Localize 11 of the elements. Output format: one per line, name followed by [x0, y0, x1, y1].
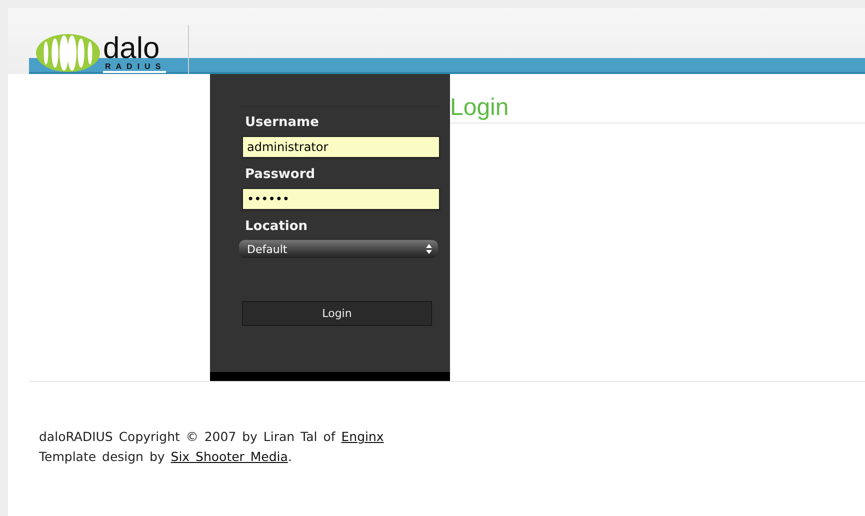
footer-link[interactable]: Enginx	[341, 429, 384, 444]
username-field[interactable]: administrator	[242, 136, 440, 158]
location-select[interactable]: Default	[239, 240, 438, 258]
footer-text: Template design by Six Shooter Media.	[39, 449, 293, 464]
password-field[interactable]: ••••••	[242, 188, 440, 210]
login-button[interactable]: Login	[242, 301, 432, 326]
footer-link[interactable]: Six Shooter Media	[170, 449, 288, 464]
footer-text: daloRADIUS Copyright © 2007 by Liran Tal of Enginx	[39, 429, 385, 444]
updown-icon	[426, 244, 432, 254]
page-title: Login	[450, 94, 865, 124]
logo-text: dalo	[103, 36, 160, 62]
